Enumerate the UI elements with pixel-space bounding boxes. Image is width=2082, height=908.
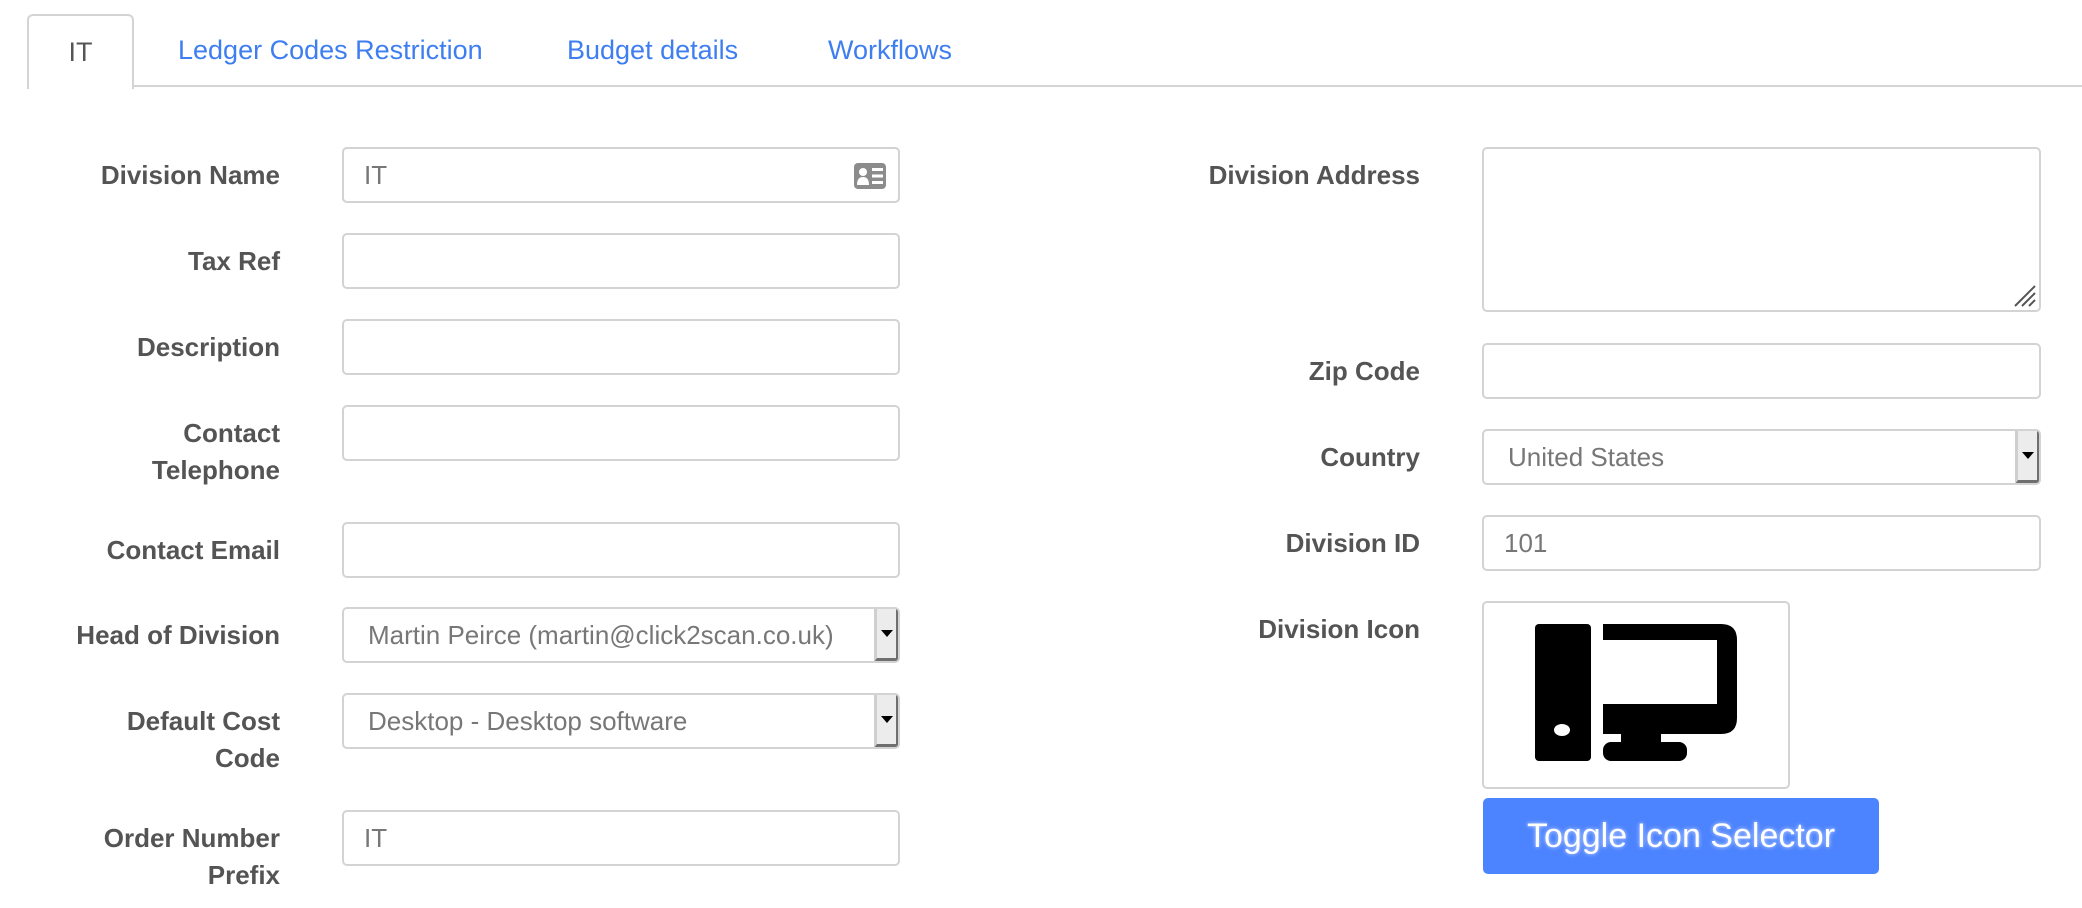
- division-name-field-wrapper: [342, 147, 900, 203]
- description-label: Description: [136, 332, 280, 362]
- order-number-prefix-label: Order Number Prefix: [40, 820, 280, 894]
- contact-telephone-label-line1: Contact: [183, 418, 280, 448]
- division-icon-preview: [1482, 601, 1790, 789]
- resize-handle-icon[interactable]: [2011, 282, 2037, 308]
- country-select[interactable]: United States: [1482, 429, 2041, 485]
- default-cost-code-label: Default Cost Code: [40, 703, 280, 777]
- contact-email-input[interactable]: [342, 522, 900, 578]
- tab-budget-details[interactable]: Budget details: [567, 14, 738, 86]
- contact-telephone-input[interactable]: [342, 405, 900, 461]
- division-name-label: Division Name: [100, 160, 280, 190]
- chevron-down-icon[interactable]: [874, 695, 898, 747]
- contact-telephone-label: Contact Telephone: [40, 415, 280, 489]
- tab-ledger-codes-restriction[interactable]: Ledger Codes Restriction: [178, 14, 483, 86]
- zip-code-input[interactable]: [1482, 343, 2041, 399]
- division-id-input[interactable]: [1482, 515, 2041, 571]
- tax-ref-input[interactable]: [342, 233, 900, 289]
- description-input[interactable]: [342, 319, 900, 375]
- default-cost-code-label-line1: Default Cost: [126, 706, 280, 736]
- head-of-division-select[interactable]: Martin Peirce (martin@click2scan.co.uk): [342, 607, 900, 663]
- order-number-prefix-label-line2: Prefix: [207, 860, 280, 890]
- division-address-textarea[interactable]: [1482, 147, 2041, 312]
- country-value: United States: [1508, 441, 1665, 472]
- tax-ref-label: Tax Ref: [188, 246, 280, 276]
- tab-bar: IT Ledger Codes Restriction Budget detai…: [0, 0, 2082, 89]
- order-number-prefix-input[interactable]: [342, 810, 900, 866]
- division-icon-label: Division Icon: [1258, 614, 1420, 644]
- default-cost-code-select[interactable]: Desktop - Desktop software: [342, 693, 900, 749]
- zip-code-label: Zip Code: [1308, 356, 1420, 386]
- desktop-computer-icon: [1535, 624, 1737, 761]
- head-of-division-label: Head of Division: [76, 620, 280, 650]
- head-of-division-value: Martin Peirce (martin@click2scan.co.uk): [368, 619, 834, 650]
- default-cost-code-label-line2: Code: [215, 743, 280, 773]
- tab-it[interactable]: IT: [27, 14, 134, 89]
- chevron-down-icon[interactable]: [874, 609, 898, 661]
- chevron-down-icon[interactable]: [2015, 431, 2039, 483]
- country-label: Country: [1320, 442, 1420, 472]
- division-id-label: Division ID: [1285, 528, 1420, 558]
- default-cost-code-value: Desktop - Desktop software: [368, 705, 688, 736]
- division-address-wrapper: [1482, 147, 2041, 312]
- contact-card-icon[interactable]: [854, 163, 886, 189]
- order-number-prefix-label-line1: Order Number: [103, 823, 280, 853]
- tab-workflows[interactable]: Workflows: [828, 14, 952, 86]
- division-address-label: Division Address: [1208, 160, 1420, 190]
- contact-telephone-label-line2: Telephone: [151, 455, 280, 485]
- division-name-input[interactable]: [342, 147, 900, 203]
- toggle-icon-selector-button[interactable]: Toggle Icon Selector: [1483, 798, 1879, 874]
- contact-email-label: Contact Email: [106, 535, 280, 565]
